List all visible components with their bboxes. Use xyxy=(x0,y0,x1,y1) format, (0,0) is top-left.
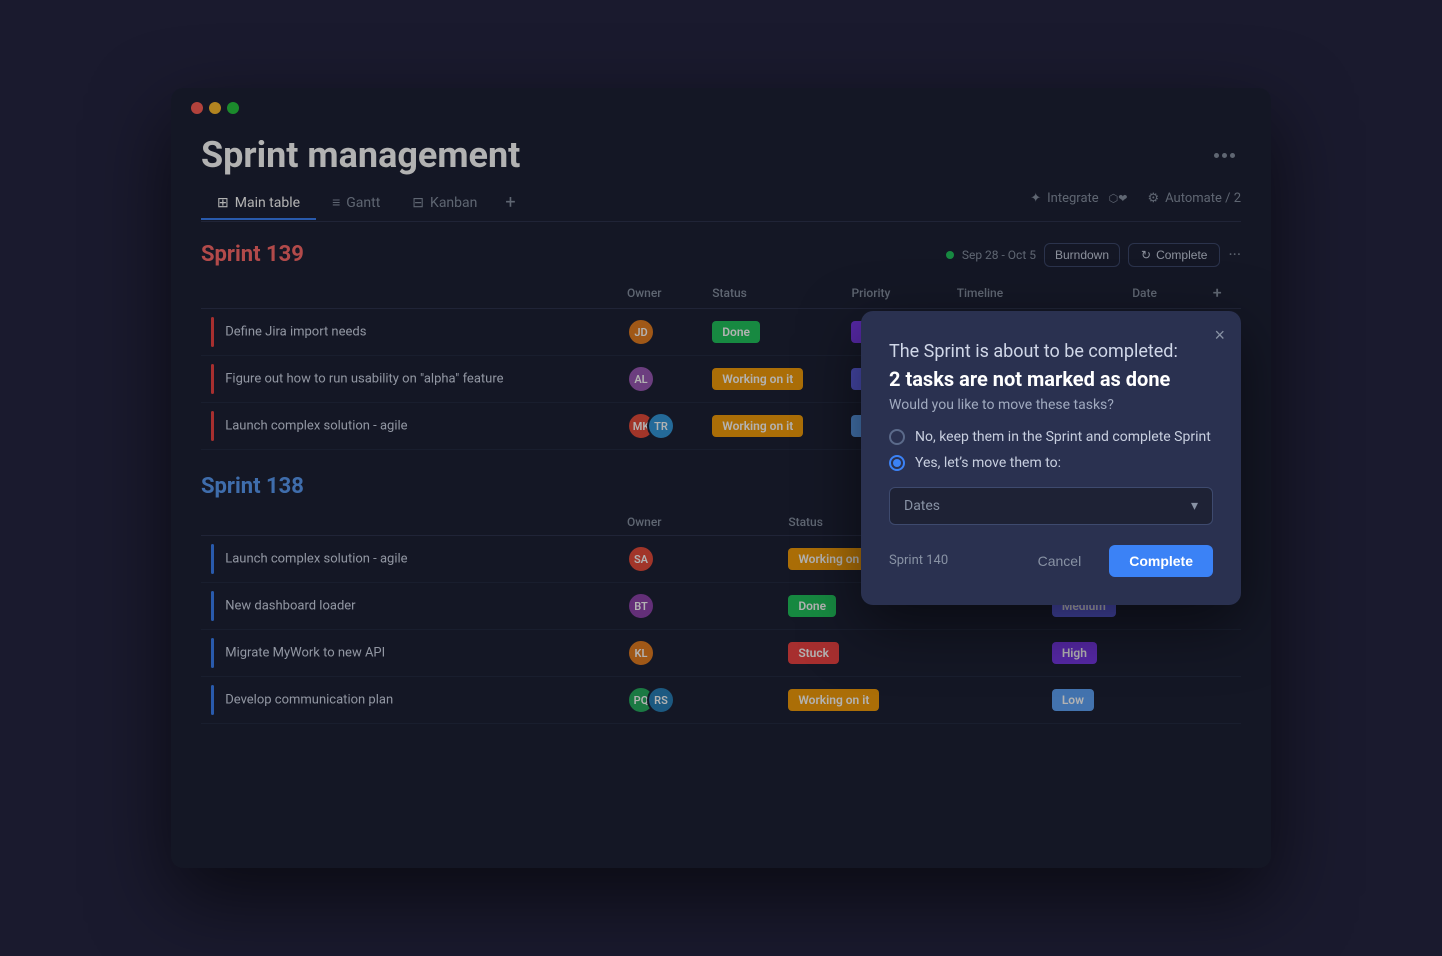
complete-sprint-modal: × The Sprint is about to be completed: 2… xyxy=(861,311,1241,604)
modal-close-button[interactable]: × xyxy=(1214,325,1225,346)
radio-circle-keep xyxy=(889,429,905,445)
cancel-button[interactable]: Cancel xyxy=(1020,545,1100,577)
dates-dropdown[interactable]: Dates ▾ xyxy=(889,487,1213,525)
modal-actions: Cancel Complete xyxy=(1020,545,1213,577)
radio-circle-move xyxy=(889,455,905,471)
sprint-label: Sprint 140 xyxy=(889,553,948,568)
complete-button[interactable]: Complete xyxy=(1109,545,1213,577)
modal-heading: The Sprint is about to be completed: 2 t… xyxy=(889,339,1213,392)
modal-question: Would you like to move these tasks? xyxy=(889,397,1213,413)
chevron-down-icon: ▾ xyxy=(1191,498,1198,514)
radio-group: No, keep them in the Sprint and complete… xyxy=(889,429,1213,471)
modal-overlay: × The Sprint is about to be completed: 2… xyxy=(171,88,1271,868)
radio-move[interactable]: Yes, let’s move them to: xyxy=(889,455,1213,471)
radio-keep[interactable]: No, keep them in the Sprint and complete… xyxy=(889,429,1213,445)
modal-footer: Sprint 140 Cancel Complete xyxy=(889,545,1213,577)
modal-subheading: 2 tasks are not marked as done xyxy=(889,367,1170,391)
